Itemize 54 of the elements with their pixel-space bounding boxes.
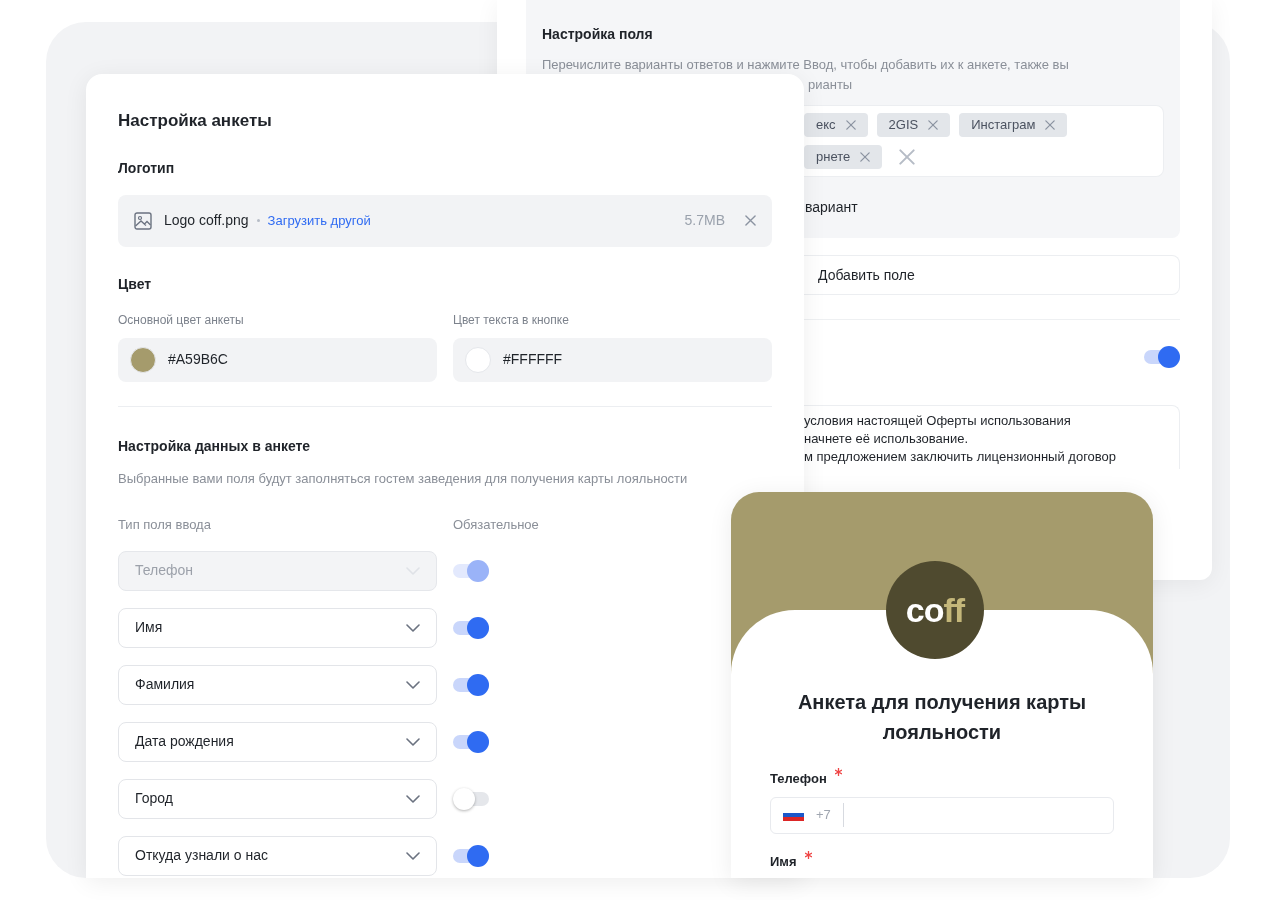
tag-chip: 2GIS (876, 113, 951, 137)
offer-text-line: м предложением заключить лицензионный договор (804, 448, 1118, 466)
panel-title: Настройка анкеты (118, 110, 273, 132)
file-size: 5.7MB (684, 211, 725, 230)
field-label: Цвет текста в кнопке (453, 311, 570, 329)
toggle-switch[interactable] (1144, 345, 1180, 369)
field-label: Телефон (770, 770, 827, 788)
section-title: Настройка поля (542, 25, 654, 44)
color-field[interactable]: #FFFFFF (453, 337, 772, 382)
field-label: Основной цвет анкеты (118, 311, 245, 329)
country-code: +7 (816, 806, 831, 825)
color-field[interactable]: #A59B6C (118, 337, 437, 382)
add-option-link[interactable]: вариант (805, 197, 858, 218)
field-type-select[interactable]: Город (118, 778, 437, 819)
section-title: Логотип (118, 158, 176, 178)
description: Выбранные вами поля будут заполняться гостем заведения для получения карты лояльности (118, 469, 689, 488)
tags-field[interactable]: екс 2GIS Инстаграм рнете (804, 105, 1164, 177)
section-title: Цвет (118, 274, 153, 294)
add-field-button[interactable]: Добавить поле (804, 255, 1180, 295)
chevron-down-icon (406, 680, 420, 689)
preview-title: Анкета для получения карты лояльности (796, 690, 1088, 745)
description: Перечислите варианты ответов и нажмите Ввод, чтобы добавить их к анкете, также вы (542, 56, 1069, 74)
offer-text-line: условия настоящей Оферты использования (804, 412, 1072, 430)
toggle-switch[interactable] (453, 672, 489, 697)
tag-chip: Инстаграм (959, 113, 1068, 137)
close-icon[interactable] (745, 215, 756, 226)
description: рианты (808, 76, 853, 94)
field-type-select[interactable]: Дата рождения (118, 721, 437, 762)
field-type-select[interactable]: Имя (118, 607, 437, 648)
upload-link[interactable]: Загрузить другой (267, 210, 371, 231)
chevron-down-icon (406, 623, 420, 632)
close-icon[interactable] (1045, 120, 1056, 130)
field-label: Имя (770, 852, 797, 871)
close-icon[interactable] (928, 120, 939, 130)
chevron-down-icon (406, 737, 420, 746)
column-header: Обязательное (453, 516, 539, 534)
offer-text-line: начнете её использование. (804, 430, 970, 448)
column-header: Тип поля ввода (118, 516, 212, 534)
toggle-switch[interactable] (453, 729, 489, 754)
file-name: Logo coff.png (164, 211, 249, 230)
toggle-switch[interactable] (453, 843, 489, 868)
close-icon[interactable] (845, 120, 856, 130)
tag-chip: екс (804, 113, 868, 137)
toggle-switch[interactable] (453, 615, 489, 640)
close-icon[interactable] (899, 149, 916, 165)
chevron-down-icon (406, 851, 420, 860)
section-title: Настройка данных в анкете (118, 436, 312, 456)
chevron-down-icon (406, 794, 420, 803)
image-icon (134, 211, 152, 230)
field-type-select[interactable]: Фамилия (118, 664, 437, 705)
field-type-select[interactable]: Откуда узнали о нас (118, 835, 437, 876)
tag-chip: рнете (804, 145, 883, 169)
toggle-switch[interactable] (453, 786, 489, 811)
close-icon[interactable] (860, 152, 871, 162)
